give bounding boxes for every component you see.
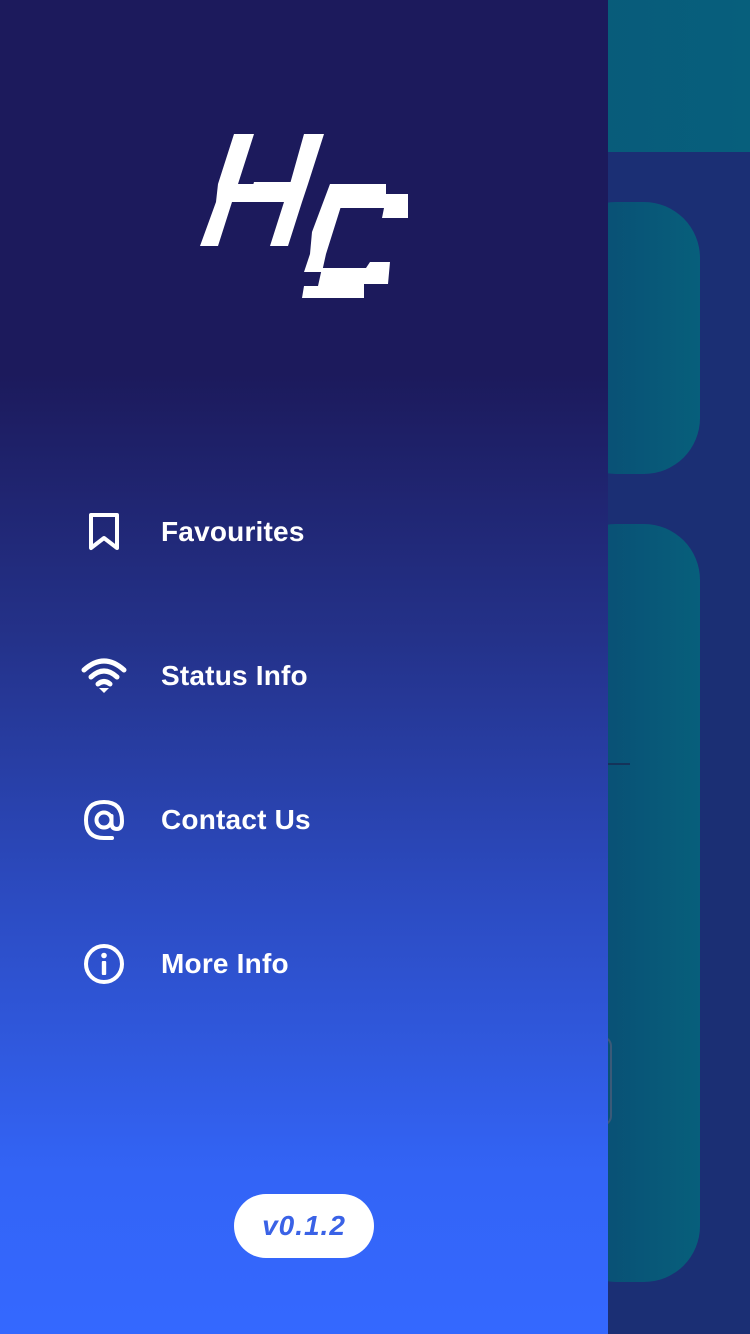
bookmark-icon — [80, 508, 128, 556]
menu-item-label: Status Info — [161, 660, 308, 691]
menu-item-label: Favourites — [161, 516, 305, 547]
menu-item-contact-us[interactable]: Contact Us — [80, 772, 520, 868]
menu-item-status-info[interactable]: Status Info — [80, 628, 520, 724]
app-logo — [200, 134, 408, 298]
info-icon — [80, 940, 128, 988]
menu-item-favourites[interactable]: Favourites — [80, 484, 520, 580]
menu-item-label: More Info — [161, 948, 289, 979]
menu-item-more-info[interactable]: More Info — [80, 916, 520, 1012]
navigation-drawer: Favourites Status Info Contact Us More I… — [0, 0, 608, 1334]
at-sign-icon — [80, 796, 128, 844]
version-label: v0.1.2 — [262, 1210, 346, 1241]
version-badge: v0.1.2 — [234, 1194, 374, 1258]
wifi-icon — [80, 652, 128, 700]
menu-item-label: Contact Us — [161, 804, 311, 835]
